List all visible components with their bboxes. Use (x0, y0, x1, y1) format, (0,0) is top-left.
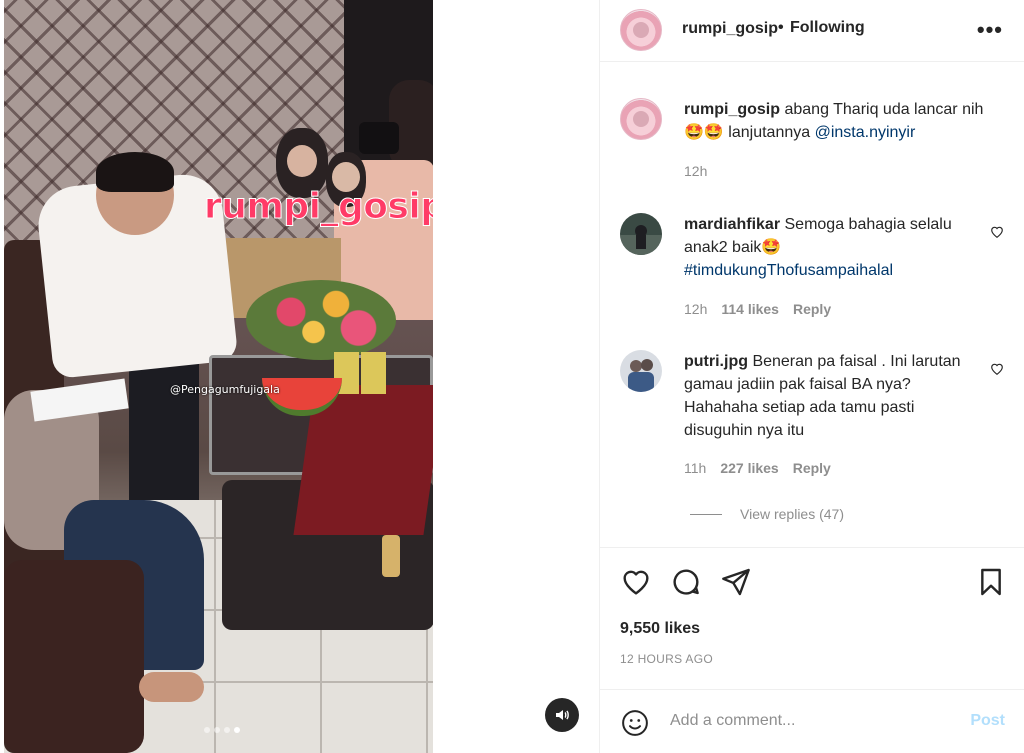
video-overlay-text: rumpi_gosip (204, 186, 433, 228)
caption-username[interactable]: rumpi_gosip (684, 101, 780, 118)
post-sidebar: rumpi_gosip • Following ••• rumpi_gosip … (599, 0, 1024, 753)
carousel-dot[interactable] (204, 727, 210, 733)
flower-bouquet (246, 280, 396, 360)
post-actions: 9,550 likes 12 HOURS AGO (600, 547, 1024, 689)
comment-age[interactable]: 11h (684, 460, 706, 476)
share-icon[interactable] (720, 566, 752, 598)
comment-icon[interactable] (670, 566, 702, 598)
more-options-icon[interactable]: ••• (977, 17, 1003, 43)
sofa (4, 560, 144, 753)
emoji-icon[interactable] (620, 708, 650, 738)
author-username[interactable]: rumpi_gosip (682, 20, 778, 38)
add-comment-input[interactable] (670, 706, 950, 736)
commenter-avatar[interactable] (620, 350, 662, 392)
author-avatar[interactable] (620, 98, 662, 140)
media-area: rumpi_gosip @Pengagumfujigala (0, 0, 599, 753)
view-replies-label: View replies (47) (740, 506, 845, 522)
audio-toggle-button[interactable] (545, 698, 579, 732)
bookmark-icon[interactable] (975, 566, 1007, 598)
reply-button[interactable]: Reply (793, 301, 831, 317)
like-comment-heart-icon[interactable] (990, 225, 1004, 239)
carousel-dot[interactable] (224, 727, 230, 733)
add-comment-bar: Post (600, 689, 1024, 753)
carousel-dot-active[interactable] (234, 727, 240, 733)
likes-count[interactable]: 9,550 likes (620, 620, 700, 638)
post-timestamp[interactable]: 12 HOURS AGO (620, 652, 713, 666)
caption-age[interactable]: 12h (684, 163, 707, 179)
like-comment-heart-icon[interactable] (990, 362, 1004, 376)
carousel-dot[interactable] (214, 727, 220, 733)
header-separator: • (778, 19, 784, 36)
post-video[interactable]: rumpi_gosip @Pengagumfujigala (4, 0, 433, 753)
comment-likes[interactable]: 227 likes (720, 460, 778, 476)
comment-likes[interactable]: 114 likes (721, 301, 779, 317)
following-button[interactable]: Following (790, 19, 865, 37)
comment-age[interactable]: 12h (684, 301, 707, 317)
comments-list: rumpi_gosip abang Thariq uda lancar nih🤩… (600, 62, 1024, 546)
post-header: rumpi_gosip • Following ••• (600, 0, 1024, 62)
comment-hashtag-link[interactable]: #timdukungThofusampaihalal (684, 262, 893, 279)
post-view: rumpi_gosip @Pengagumfujigala rumpi_gosi… (0, 0, 1024, 753)
carousel-dots (204, 727, 240, 733)
view-replies-button[interactable]: View replies (47) (690, 506, 844, 522)
video-watermark: @Pengagumfujigala (170, 383, 280, 396)
commenter-avatar[interactable] (620, 213, 662, 255)
camera (359, 122, 399, 154)
comment-username[interactable]: mardiahfikar (684, 216, 780, 233)
comment-username[interactable]: putri.jpg (684, 353, 748, 370)
caption-mention-link[interactable]: @insta.nyinyir (815, 124, 916, 141)
divider-line (690, 513, 722, 515)
author-avatar[interactable] (620, 9, 662, 51)
heart-icon[interactable] (620, 566, 652, 598)
post-comment-button[interactable]: Post (970, 712, 1005, 730)
reply-button[interactable]: Reply (793, 460, 831, 476)
speaker-icon (556, 710, 569, 720)
